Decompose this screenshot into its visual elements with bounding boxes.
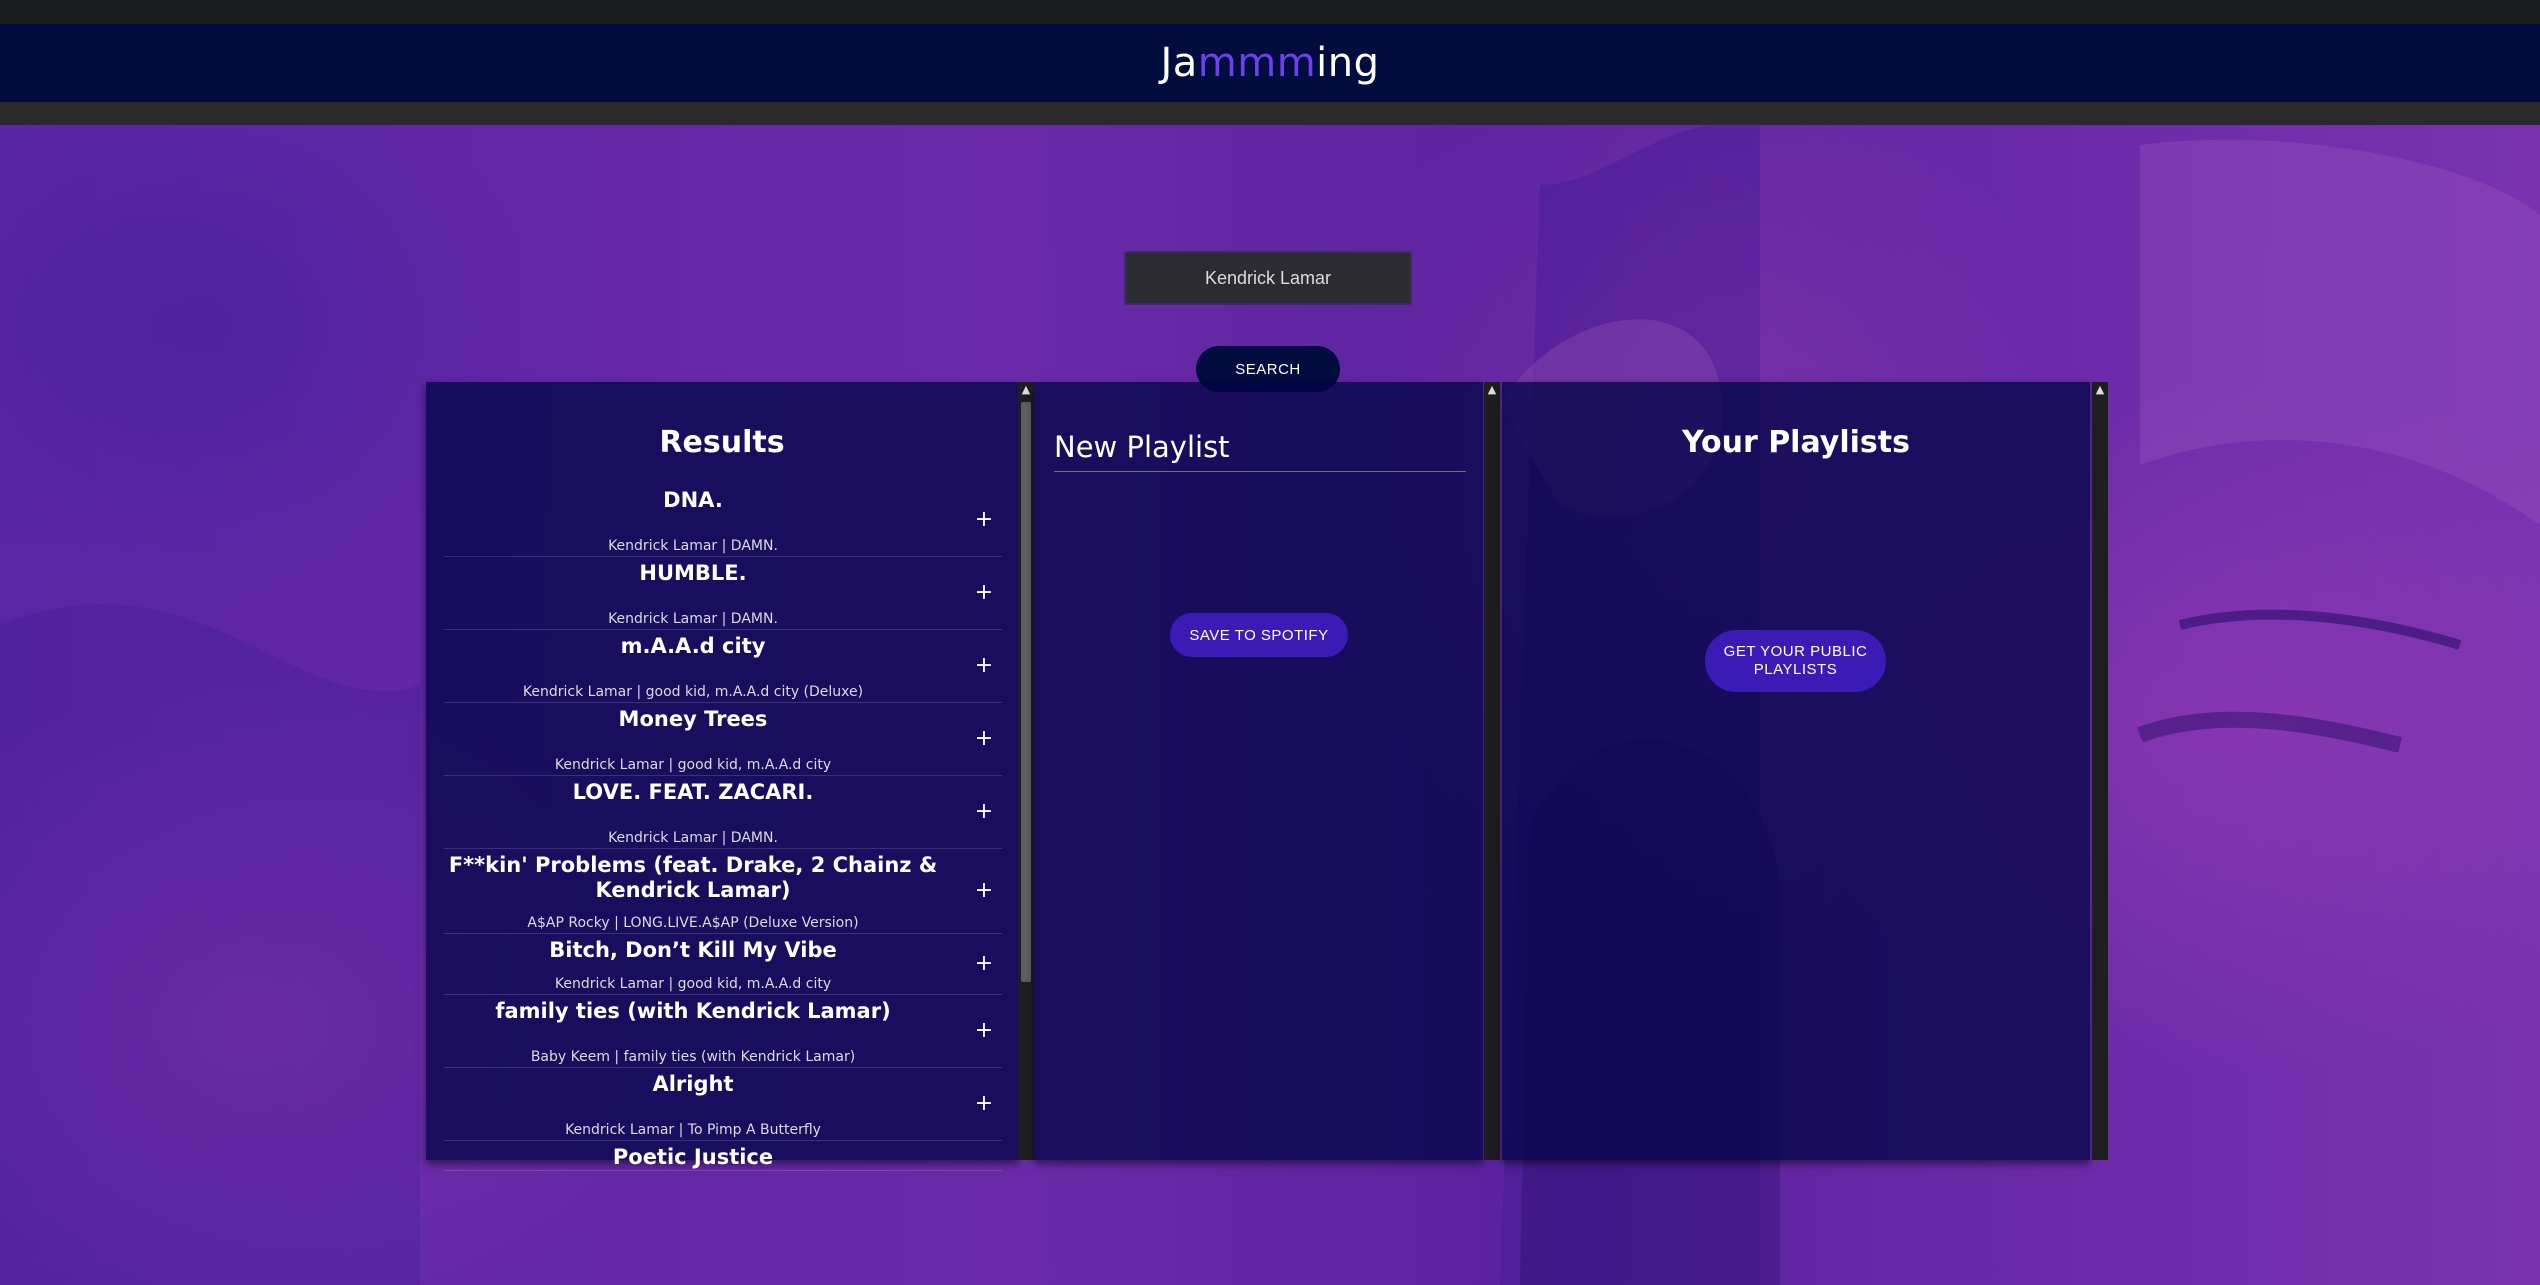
results-panel: Results DNA. Kendrick Lamar | DAMN. + HU… xyxy=(426,382,1018,1171)
track-name: DNA. xyxy=(663,488,723,512)
track-item: Money Trees Kendrick Lamar | good kid, m… xyxy=(444,703,1002,776)
track-item: Bitch, Don’t Kill My Vibe Kendrick Lamar… xyxy=(444,934,1002,995)
track-name: Alright xyxy=(652,1072,734,1096)
track-item: F**kin' Problems (feat. Drake, 2 Chainz … xyxy=(444,849,1002,934)
track-artist-album: Kendrick Lamar | DAMN. xyxy=(608,830,778,846)
background-image: SEARCH Results DNA. Kendrick Lamar | DAM… xyxy=(0,125,2540,1285)
add-track-button[interactable]: + xyxy=(972,800,996,824)
track-name: family ties (with Kendrick Lamar) xyxy=(495,999,891,1023)
add-track-button[interactable]: + xyxy=(972,654,996,678)
track-artist-album: Kendrick Lamar | good kid, m.A.A.d city … xyxy=(522,684,864,700)
track-artist-album: Kendrick Lamar | DAMN. xyxy=(608,611,778,627)
add-track-button[interactable]: + xyxy=(972,508,996,532)
your-playlists-panel: Your Playlists GET YOUR PUBLIC PLAYLISTS xyxy=(1502,382,2090,1160)
track-item: HUMBLE. Kendrick Lamar | DAMN. + xyxy=(444,557,1002,630)
track-name: m.A.A.d city xyxy=(620,634,766,658)
results-tracklist: DNA. Kendrick Lamar | DAMN. + HUMBLE. Ke… xyxy=(444,484,1002,1171)
header-divider xyxy=(0,102,2540,125)
results-scrollbar[interactable]: ▲ xyxy=(1018,382,1034,1160)
add-track-button[interactable]: + xyxy=(972,952,996,976)
results-title: Results xyxy=(659,425,785,460)
track-item: family ties (with Kendrick Lamar) Baby K… xyxy=(444,995,1002,1068)
track-name: Poetic Justice xyxy=(612,1145,774,1169)
track-artist-album: Kendrick Lamar | good kid, m.A.A.d city xyxy=(554,976,832,992)
track-artist-album: Kendrick Lamar | good kid, m.A.A.d city xyxy=(554,757,832,773)
save-to-spotify-button[interactable]: SAVE TO SPOTIFY xyxy=(1170,613,1348,657)
get-public-playlists-button[interactable]: GET YOUR PUBLIC PLAYLISTS xyxy=(1705,630,1886,692)
search-input[interactable] xyxy=(1124,251,1412,305)
app-logo: Jammming xyxy=(1160,40,1380,86)
your-playlists-scrollbar[interactable]: ▲ xyxy=(2092,382,2108,1160)
scroll-up-icon[interactable]: ▲ xyxy=(2092,382,2108,398)
add-track-button[interactable]: + xyxy=(972,1019,996,1043)
track-name: LOVE. FEAT. ZACARI. xyxy=(572,780,814,804)
browser-top-strip xyxy=(0,0,2540,24)
scrollbar-thumb[interactable] xyxy=(1021,402,1031,982)
add-track-button[interactable]: + xyxy=(972,1092,996,1116)
track-artist-album: A$AP Rocky | LONG.LIVE.A$AP (Deluxe Vers… xyxy=(527,915,859,931)
scroll-up-icon[interactable]: ▲ xyxy=(1484,382,1500,398)
playlist-scrollbar[interactable]: ▲ xyxy=(1484,382,1500,1160)
app-header: Jammming xyxy=(0,24,2540,102)
add-track-button[interactable]: + xyxy=(972,727,996,751)
track-item: Alright Kendrick Lamar | To Pimp A Butte… xyxy=(444,1068,1002,1141)
playlist-name-input[interactable] xyxy=(1054,422,1466,472)
track-name: Bitch, Don’t Kill My Vibe xyxy=(549,938,837,962)
track-item: DNA. Kendrick Lamar | DAMN. + xyxy=(444,484,1002,557)
track-artist-album: Kendrick Lamar | To Pimp A Butterfly xyxy=(565,1122,821,1138)
track-artist-album: Kendrick Lamar | DAMN. xyxy=(608,538,778,554)
new-playlist-panel: SAVE TO SPOTIFY xyxy=(1034,382,1483,1160)
track-name: Money Trees xyxy=(618,707,768,731)
add-track-button[interactable]: + xyxy=(972,581,996,605)
track-name: F**kin' Problems (feat. Drake, 2 Chainz … xyxy=(448,853,938,902)
your-playlists-title: Your Playlists xyxy=(1682,425,1910,460)
track-item: m.A.A.d city Kendrick Lamar | good kid, … xyxy=(444,630,1002,703)
track-item: LOVE. FEAT. ZACARI. Kendrick Lamar | DAM… xyxy=(444,776,1002,849)
add-track-button[interactable]: + xyxy=(972,879,996,903)
track-artist-album: Baby Keem | family ties (with Kendrick L… xyxy=(530,1049,856,1065)
track-name: HUMBLE. xyxy=(639,561,747,585)
track-item: Poetic Justice xyxy=(444,1141,1002,1171)
scroll-up-icon[interactable]: ▲ xyxy=(1018,382,1034,398)
